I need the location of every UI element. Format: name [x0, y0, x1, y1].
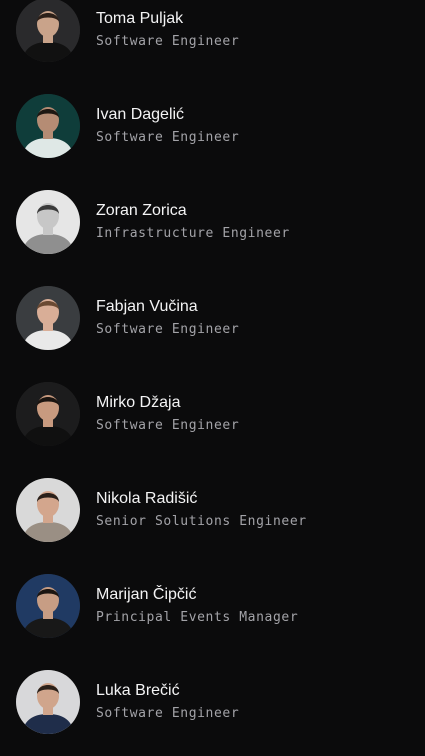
team-member-card: Marijan Čipčić Principal Events Manager: [16, 574, 416, 638]
team-member-card: Toma Puljak Software Engineer: [16, 0, 416, 62]
avatar: [16, 382, 80, 446]
avatar: [16, 94, 80, 158]
team-member-card: Luka Brečić Software Engineer: [16, 670, 416, 734]
member-role: Software Engineer: [96, 322, 240, 337]
team-member-card: Fabjan Vučina Software Engineer: [16, 286, 416, 350]
member-role: Principal Events Manager: [96, 610, 299, 625]
avatar: [16, 670, 80, 734]
member-name: Luka Brečić: [96, 682, 180, 699]
team-member-card: Zoran Zorica Infrastructure Engineer: [16, 190, 416, 254]
team-member-card: Mirko Džaja Software Engineer: [16, 382, 416, 446]
team-member-card: Ivan Dagelić Software Engineer: [16, 94, 416, 158]
member-name: Mirko Džaja: [96, 394, 181, 411]
member-name: Toma Puljak: [96, 10, 184, 27]
avatar: [16, 190, 80, 254]
member-name: Marijan Čipčić: [96, 586, 197, 603]
avatar: [16, 478, 80, 542]
member-role: Infrastructure Engineer: [96, 226, 290, 241]
member-name: Zoran Zorica: [96, 202, 187, 219]
team-member-list: Toma Puljak Software Engineer Ivan Dagel…: [0, 0, 425, 756]
member-role: Software Engineer: [96, 418, 240, 433]
member-name: Fabjan Vučina: [96, 298, 198, 315]
avatar: [16, 0, 80, 62]
member-role: Software Engineer: [96, 706, 240, 721]
avatar: [16, 574, 80, 638]
member-role: Software Engineer: [96, 34, 240, 49]
member-name: Nikola Radišić: [96, 490, 198, 507]
avatar: [16, 286, 80, 350]
member-role: Software Engineer: [96, 130, 240, 145]
member-name: Ivan Dagelić: [96, 106, 185, 123]
team-member-card: Nikola Radišić Senior Solutions Engineer: [16, 478, 416, 542]
member-role: Senior Solutions Engineer: [96, 514, 307, 529]
